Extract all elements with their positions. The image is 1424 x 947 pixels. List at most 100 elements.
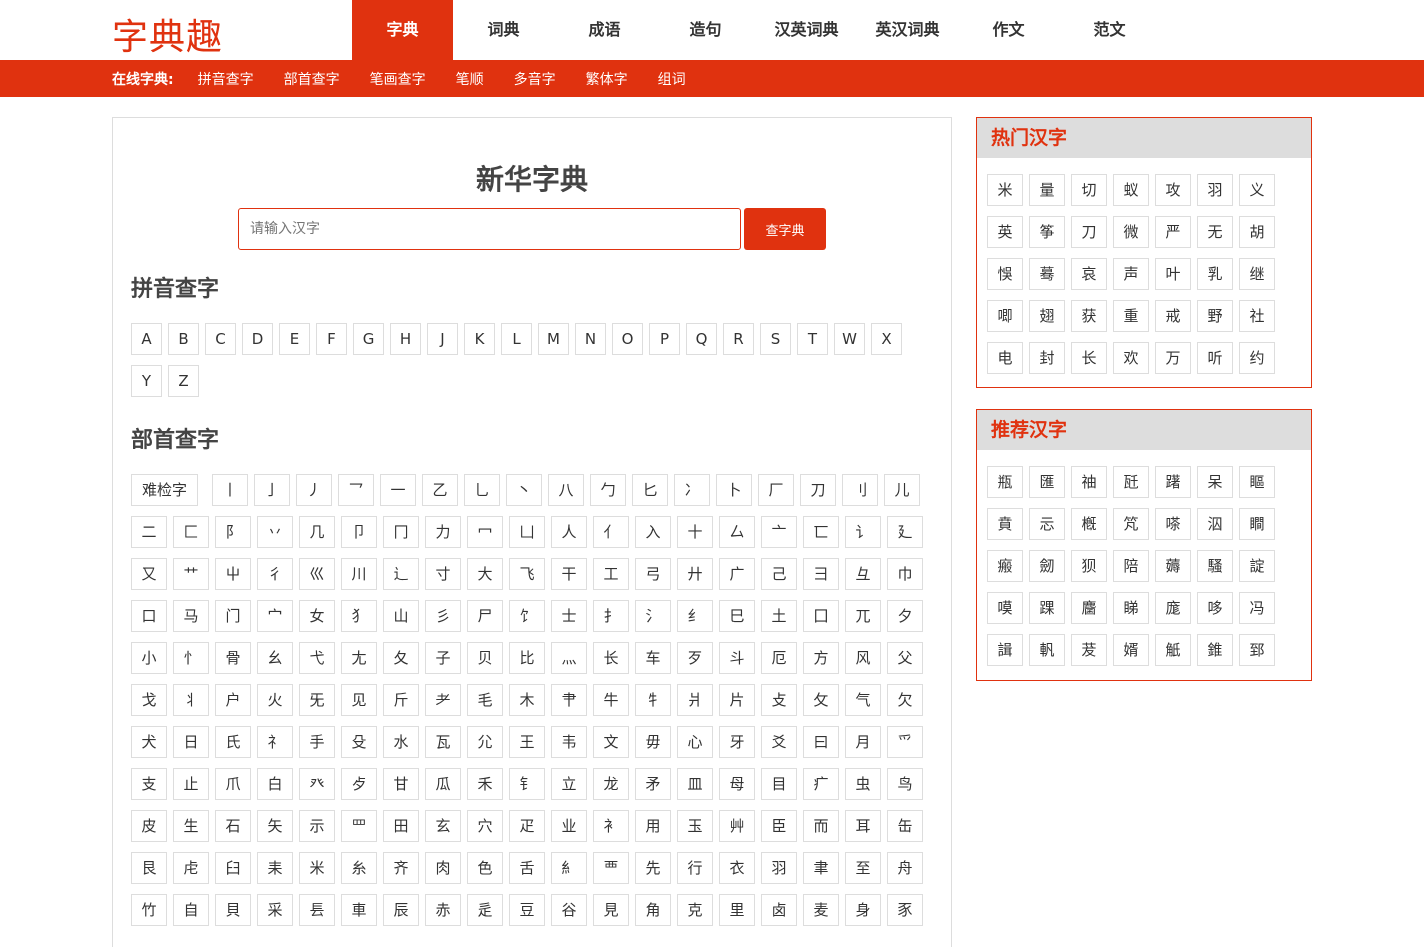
- nav-item-0[interactable]: 字典: [352, 0, 453, 60]
- radical-cell[interactable]: 爫: [887, 726, 923, 758]
- radical-cell[interactable]: 亠: [761, 516, 797, 548]
- recommend-char-cell[interactable]: 瞘: [1239, 466, 1275, 498]
- radical-cell[interactable]: 石: [215, 810, 251, 842]
- hot-char-cell[interactable]: 攻: [1155, 174, 1191, 206]
- radical-cell[interactable]: 风: [845, 642, 881, 674]
- radical-cell[interactable]: 己: [761, 558, 797, 590]
- radical-cell[interactable]: 卤: [761, 894, 797, 926]
- radical-cell[interactable]: 艹: [173, 558, 209, 590]
- hot-char-cell[interactable]: 蓦: [1029, 258, 1065, 290]
- radical-cell[interactable]: 穴: [467, 810, 503, 842]
- radical-cell[interactable]: 彑: [845, 558, 881, 590]
- radical-cell[interactable]: 立: [551, 768, 587, 800]
- radical-cell[interactable]: 巾: [887, 558, 923, 590]
- radical-cell[interactable]: 米: [299, 852, 335, 884]
- radical-cell[interactable]: 罒: [341, 810, 377, 842]
- hot-char-cell[interactable]: 义: [1239, 174, 1275, 206]
- radical-cell[interactable]: 毋: [635, 726, 671, 758]
- pinyin-letter-cell[interactable]: O: [612, 323, 643, 355]
- sub-nav-link-6[interactable]: 组词: [658, 69, 686, 89]
- radical-cell[interactable]: 讠: [845, 516, 881, 548]
- radical-cell[interactable]: 豆: [509, 894, 545, 926]
- recommend-char-cell[interactable]: 呆: [1197, 466, 1233, 498]
- pinyin-letter-cell[interactable]: W: [834, 323, 865, 355]
- radical-cell[interactable]: 支: [131, 768, 167, 800]
- recommend-char-cell[interactable]: 瞷: [1239, 508, 1275, 540]
- nav-item-7[interactable]: 范文: [1059, 0, 1160, 60]
- radical-cell[interactable]: 阝: [215, 516, 251, 548]
- radical-cell[interactable]: 川: [341, 558, 377, 590]
- recommend-char-cell[interactable]: 賁: [987, 508, 1023, 540]
- pinyin-letter-cell[interactable]: Q: [686, 323, 717, 355]
- radical-cell[interactable]: 欠: [887, 684, 923, 716]
- pinyin-letter-cell[interactable]: H: [390, 323, 421, 355]
- radical-cell[interactable]: 入: [635, 516, 671, 548]
- radical-cell[interactable]: 厂: [758, 474, 794, 506]
- radical-cell[interactable]: 覀: [593, 852, 629, 884]
- radical-cell[interactable]: 忄: [173, 642, 209, 674]
- radical-cell[interactable]: 斗: [719, 642, 755, 674]
- radical-cell[interactable]: 用: [635, 810, 671, 842]
- radical-cell[interactable]: 父: [887, 642, 923, 674]
- radical-cell[interactable]: 凵: [509, 516, 545, 548]
- radical-cell[interactable]: 刂: [842, 474, 878, 506]
- radical-cell[interactable]: 舟: [887, 852, 923, 884]
- radical-cell[interactable]: 矢: [257, 810, 293, 842]
- radical-cell[interactable]: 至: [845, 852, 881, 884]
- radical-cell[interactable]: 車: [341, 894, 377, 926]
- radical-cell[interactable]: 士: [551, 600, 587, 632]
- radical-cell[interactable]: 衤: [593, 810, 629, 842]
- radical-cell[interactable]: 彳: [257, 558, 293, 590]
- pinyin-letter-cell[interactable]: P: [649, 323, 680, 355]
- radical-cell[interactable]: 刀: [800, 474, 836, 506]
- radical-cell[interactable]: 衣: [719, 852, 755, 884]
- radical-cell[interactable]: 十: [677, 516, 713, 548]
- recommend-char-cell[interactable]: 錐: [1197, 634, 1233, 666]
- hot-char-cell[interactable]: 悞: [987, 258, 1023, 290]
- radical-cell[interactable]: 牜: [635, 684, 671, 716]
- radical-cell[interactable]: 手: [299, 726, 335, 758]
- hot-char-cell[interactable]: 翅: [1029, 300, 1065, 332]
- sub-nav-link-1[interactable]: 部首查字: [284, 69, 340, 89]
- radical-cell[interactable]: 力: [425, 516, 461, 548]
- radical-cell[interactable]: 歹: [677, 642, 713, 674]
- recommend-char-cell[interactable]: 瘢: [987, 550, 1023, 582]
- radical-cell[interactable]: 犭: [341, 600, 377, 632]
- radical-cell[interactable]: 羽: [761, 852, 797, 884]
- nav-item-5[interactable]: 英汉词典: [857, 0, 958, 60]
- recommend-char-cell[interactable]: 狈: [1071, 550, 1107, 582]
- radical-cell[interactable]: 巛: [299, 558, 335, 590]
- radical-cell[interactable]: 甘: [383, 768, 419, 800]
- hot-char-cell[interactable]: 英: [987, 216, 1023, 248]
- radical-cell[interactable]: 瓜: [425, 768, 461, 800]
- radical-cell[interactable]: 彡: [425, 600, 461, 632]
- radical-cell[interactable]: 見: [593, 894, 629, 926]
- hot-char-cell[interactable]: 长: [1071, 342, 1107, 374]
- radical-cell[interactable]: 卩: [341, 516, 377, 548]
- radical-cell[interactable]: 竹: [131, 894, 167, 926]
- radical-cell[interactable]: 采: [257, 894, 293, 926]
- pinyin-letter-cell[interactable]: Z: [168, 365, 199, 397]
- recommend-char-cell[interactable]: 竼: [1113, 508, 1149, 540]
- radical-cell[interactable]: 糹: [551, 852, 587, 884]
- nav-item-4[interactable]: 汉英词典: [756, 0, 857, 60]
- hot-char-cell[interactable]: 声: [1113, 258, 1149, 290]
- radical-cell[interactable]: 田: [383, 810, 419, 842]
- radical-cell[interactable]: 虫: [845, 768, 881, 800]
- radical-cell[interactable]: 色: [467, 852, 503, 884]
- radical-cell[interactable]: 攵: [803, 684, 839, 716]
- radical-cell[interactable]: 女: [299, 600, 335, 632]
- radical-cell[interactable]: 爻: [761, 726, 797, 758]
- radical-cell[interactable]: 土: [761, 600, 797, 632]
- radical-cell[interactable]: 疋: [509, 810, 545, 842]
- radical-cell[interactable]: 骨: [215, 642, 251, 674]
- search-button[interactable]: 查字典: [744, 208, 826, 250]
- hot-char-cell[interactable]: 胡: [1239, 216, 1275, 248]
- pinyin-letter-cell[interactable]: D: [242, 323, 273, 355]
- radical-cell[interactable]: 二: [131, 516, 167, 548]
- radical-cell[interactable]: 爪: [215, 768, 251, 800]
- recommend-char-cell[interactable]: 冯: [1239, 592, 1275, 624]
- recommend-char-cell[interactable]: 瓶: [987, 466, 1023, 498]
- radical-cell[interactable]: 爿: [677, 684, 713, 716]
- pinyin-letter-cell[interactable]: G: [353, 323, 384, 355]
